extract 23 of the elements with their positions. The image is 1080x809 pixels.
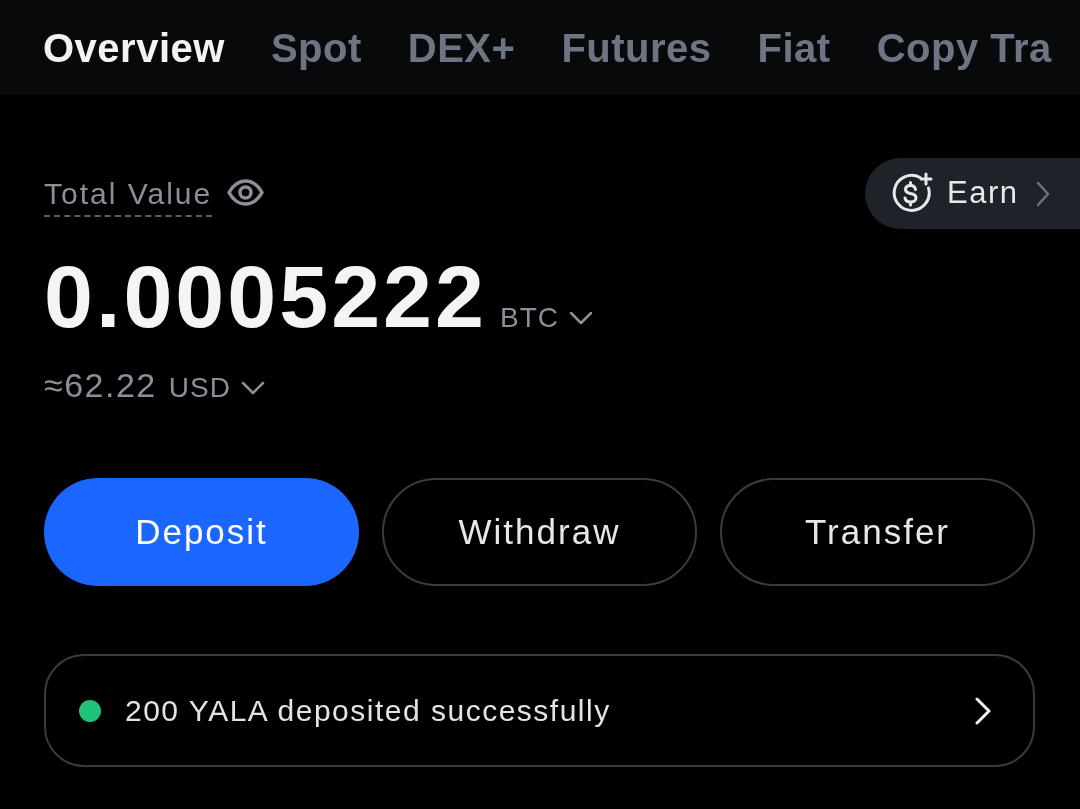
action-button[interactable]: Withdraw (382, 478, 697, 586)
total-amount: 0.0005222 (44, 253, 487, 341)
deposit-button[interactable]: Deposit (44, 478, 359, 586)
notification-text: 200 YALA deposited successfully (125, 695, 611, 726)
tab[interactable]: Futures (561, 27, 712, 68)
earn-button[interactable]: Earn (865, 158, 1080, 229)
tab[interactable]: Overview (43, 27, 225, 68)
chevron-right-icon (975, 696, 991, 725)
tab[interactable]: Spot (270, 27, 362, 68)
action-button[interactable]: Transfer (720, 478, 1035, 586)
notification-banner[interactable]: 200 YALA deposited successfully (44, 654, 1035, 767)
chevron-down-icon (569, 311, 593, 325)
tab[interactable]: Copy Tra (876, 27, 1052, 68)
tab[interactable]: Fiat (757, 27, 831, 68)
coin-plus-icon (890, 172, 933, 215)
chevron-right-icon (1036, 180, 1051, 207)
chevron-down-icon (240, 381, 265, 395)
currency-selector[interactable]: USD (168, 374, 265, 402)
eye-icon[interactable] (227, 179, 265, 206)
currency-selector[interactable]: BTC (500, 304, 593, 332)
tab[interactable]: DEX+ (407, 27, 516, 68)
total-value-label[interactable]: Total Value (44, 178, 213, 217)
approx-value: ≈62.22 (44, 368, 157, 402)
